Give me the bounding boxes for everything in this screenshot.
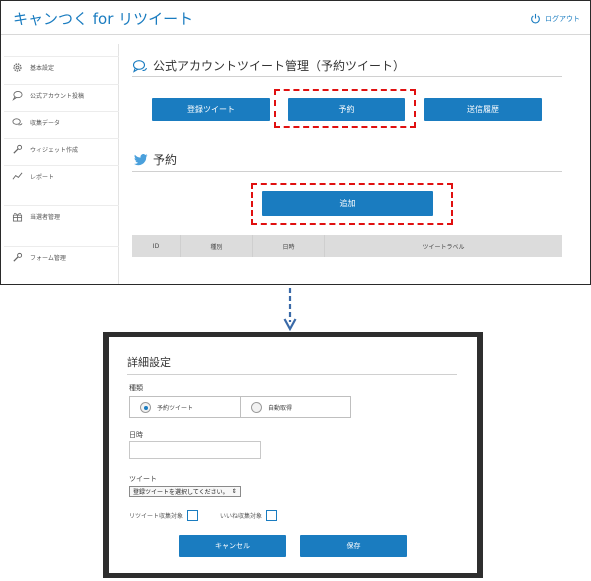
retweet-target-checkbox[interactable]: [187, 510, 199, 521]
logout-link[interactable]: ログアウト: [530, 13, 580, 24]
divider: [132, 76, 562, 77]
sidebar-item-label: 当選者管理: [30, 214, 61, 221]
datetime-input[interactable]: [129, 441, 261, 459]
detail-settings-dialog: 詳細設定 種類 予約ツイート 自動取得 日時 ツイート 登録ツイートを選択してく…: [109, 337, 477, 573]
reservation-table-header: ID 種別 日時 ツイートラベル: [132, 235, 562, 257]
radio-option-reserved-tweet[interactable]: 予約ツイート: [130, 397, 240, 417]
admin-screenshot: キャンつく for リツイート ログアウト 基本設定 公式アカウント投稿 収集デ…: [0, 0, 591, 285]
sidebar: 基本設定 公式アカウント投稿 収集データ ウィジェット作成 レポート 当選者管理…: [4, 44, 119, 284]
subsection-title-text: 予約: [153, 153, 178, 167]
sidebar-item-official-post[interactable]: 公式アカウント投稿: [4, 84, 119, 106]
sidebar-item-label: 基本設定: [30, 65, 55, 72]
section-title-text: 公式アカウントツイート管理（予約ツイート）: [153, 59, 406, 73]
radio-label: 予約ツイート: [157, 404, 194, 412]
column-id: ID: [132, 235, 181, 257]
subsection-title: 予約: [134, 151, 177, 168]
logout-label: ログアウト: [545, 14, 580, 23]
radio-button[interactable]: [251, 401, 262, 413]
app-title: キャンつく for リツイート: [13, 10, 194, 28]
type-radio-group: 予約ツイート 自動取得: [129, 396, 351, 418]
sidebar-item-collected-data[interactable]: 収集データ: [4, 111, 119, 133]
speech-bubble-icon: [12, 91, 23, 101]
line-chart-icon: [12, 172, 23, 180]
sidebar-item-winners[interactable]: 当選者管理: [4, 205, 119, 227]
type-label: 種類: [129, 384, 143, 392]
app-header: キャンつく for リツイート ログアウト: [1, 1, 590, 35]
sidebar-item-label: レポート: [30, 174, 55, 181]
gift-icon: [12, 212, 23, 222]
modal-overlay: 詳細設定 種類 予約ツイート 自動取得 日時 ツイート 登録ツイートを選択してく…: [103, 332, 483, 578]
save-button[interactable]: 保存: [300, 535, 407, 557]
cancel-button[interactable]: キャンセル: [179, 535, 286, 557]
tab-send-history[interactable]: 送信履歴: [424, 98, 542, 121]
down-arrow-icon: [283, 288, 297, 332]
add-button[interactable]: 追加: [262, 191, 433, 216]
select-arrows-icon: ⇕: [231, 488, 237, 495]
chat-bubbles-icon: [132, 59, 148, 73]
tweet-label: ツイート: [129, 475, 157, 483]
radio-label: 自動取得: [268, 404, 293, 412]
chat-bubbles-icon: [12, 118, 23, 126]
tweet-select-value: 登録ツイートを選択してください。: [133, 489, 229, 496]
radio-option-auto-fetch[interactable]: 自動取得: [240, 397, 350, 417]
section-title: 公式アカウントツイート管理（予約ツイート）: [132, 57, 405, 74]
twitter-bird-icon: [134, 153, 148, 165]
retweet-target-label: リツイート収集対象: [129, 513, 184, 520]
gear-icon: [13, 63, 22, 72]
column-tweet-label: ツイートラベル: [422, 243, 465, 251]
column-datetime: 日時: [253, 235, 325, 257]
wrench-icon: [13, 252, 23, 262]
column-type: 種別: [181, 235, 253, 257]
power-icon: [531, 13, 540, 24]
sidebar-item-forms[interactable]: フォーム管理: [4, 246, 119, 268]
sidebar-item-report[interactable]: レポート: [4, 165, 119, 187]
radio-button[interactable]: [140, 401, 151, 413]
like-target-label: いいね収集対象: [220, 513, 263, 520]
divider: [132, 171, 562, 172]
tweet-select[interactable]: 登録ツイートを選択してください。 ⇕: [129, 486, 241, 497]
tab-registered-tweets[interactable]: 登録ツイート: [152, 98, 270, 121]
datetime-label: 日時: [129, 431, 143, 439]
sidebar-item-label: ウィジェット作成: [30, 147, 79, 154]
tab-reservation[interactable]: 予約: [288, 98, 405, 121]
sidebar-item-label: 公式アカウント投稿: [30, 93, 85, 100]
sidebar-item-label: フォーム管理: [30, 255, 66, 262]
sidebar-item-label: 収集データ: [30, 120, 61, 127]
like-target-checkbox[interactable]: [266, 510, 278, 521]
dialog-title: 詳細設定: [127, 356, 171, 369]
sidebar-item-basic-settings[interactable]: 基本設定: [4, 56, 119, 78]
divider: [127, 374, 457, 375]
sidebar-item-widget[interactable]: ウィジェット作成: [4, 138, 119, 160]
collection-target-row: リツイート収集対象 いいね収集対象: [129, 510, 278, 521]
main-content: 公式アカウントツイート管理（予約ツイート） 登録ツイート 予約 送信履歴 予約 …: [119, 35, 589, 285]
wrench-icon: [13, 144, 23, 154]
